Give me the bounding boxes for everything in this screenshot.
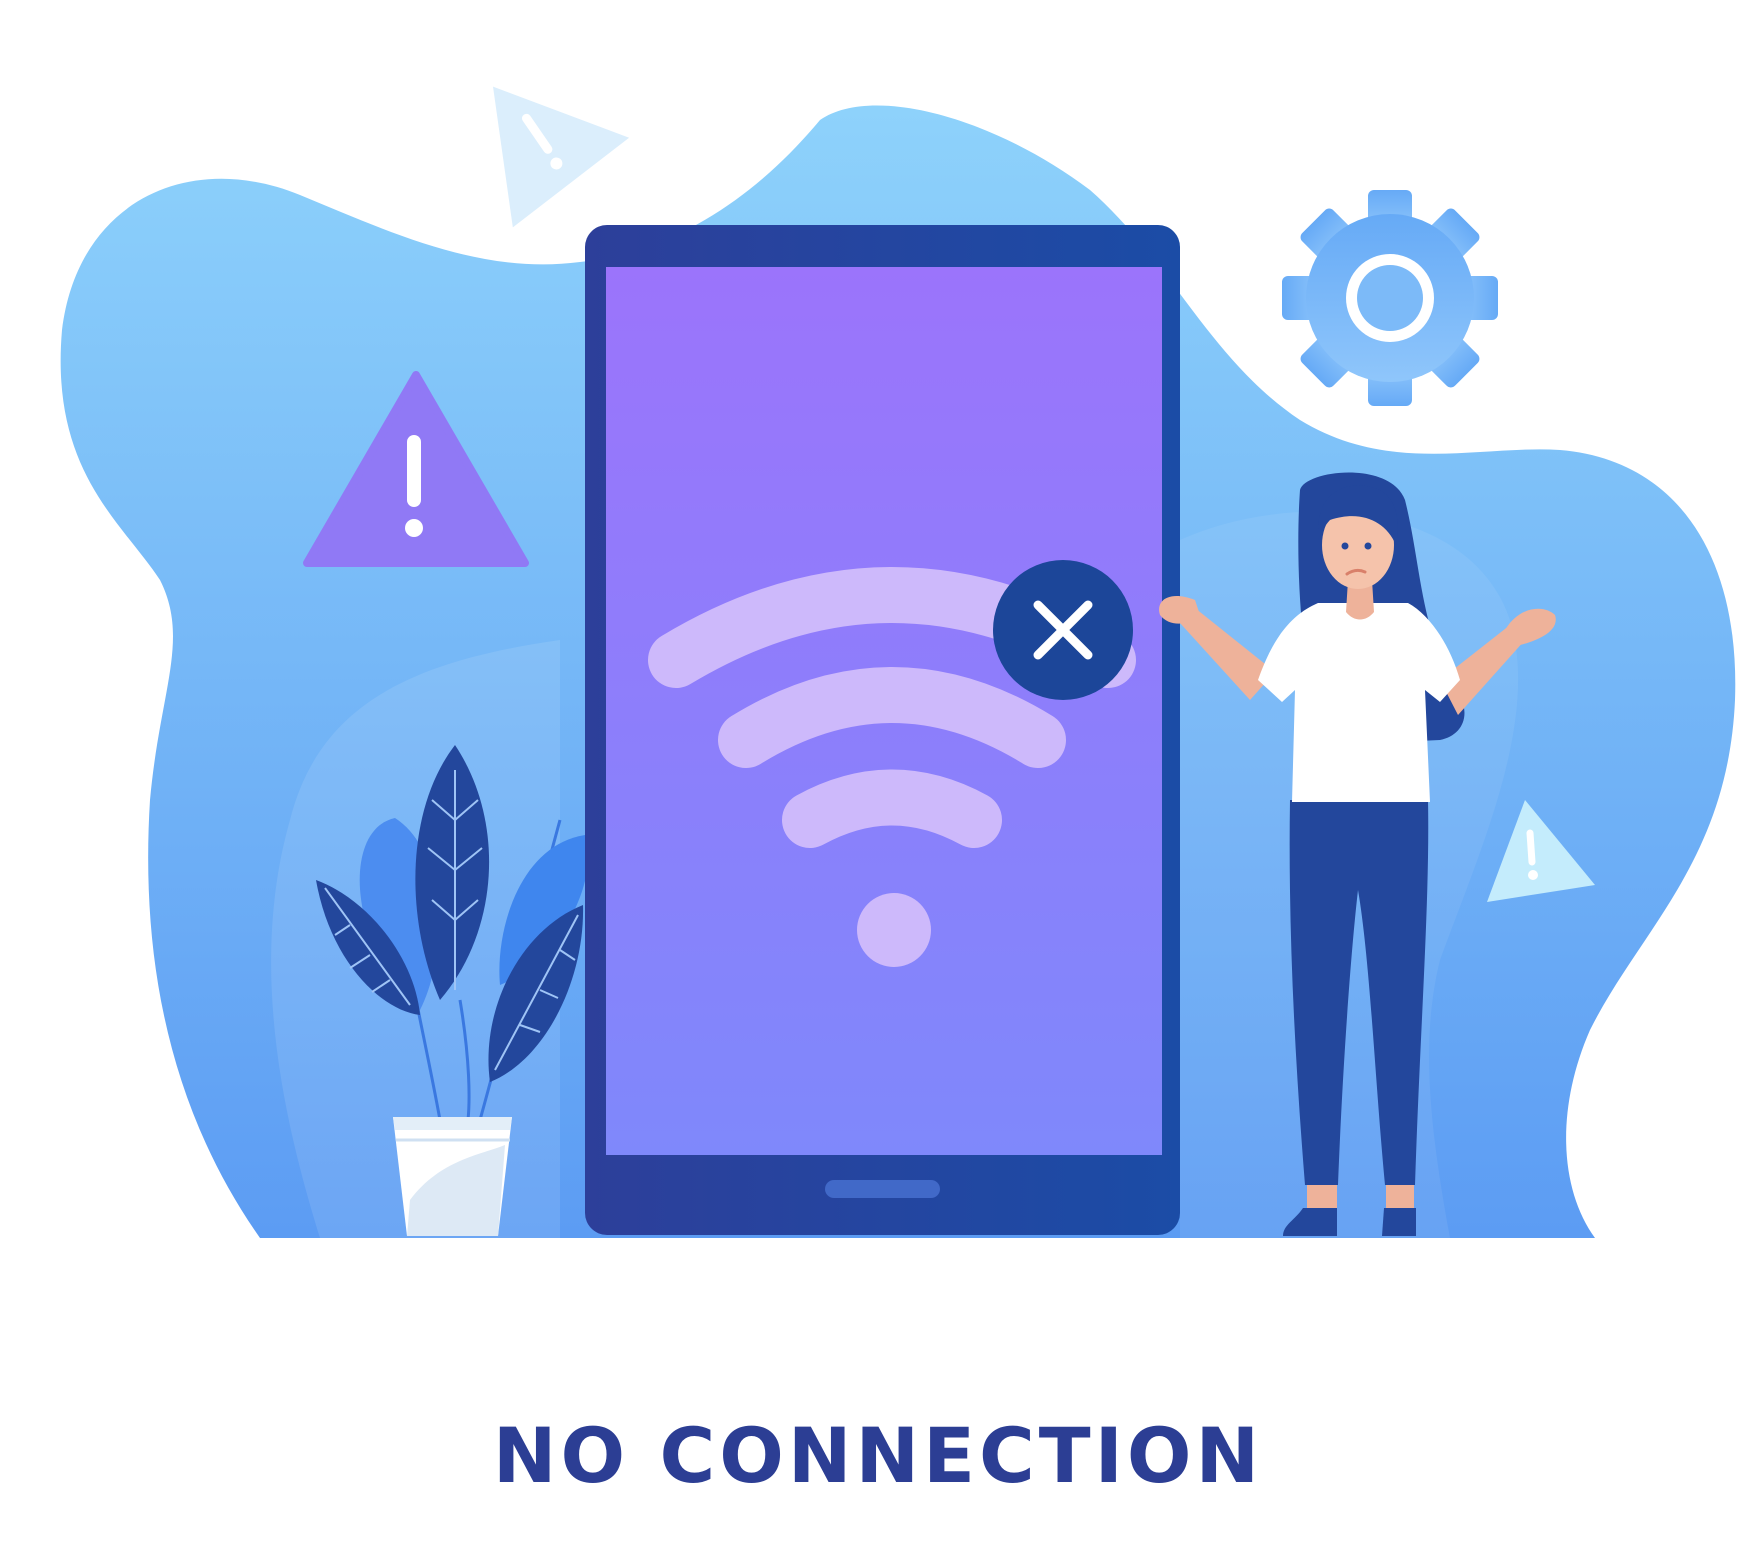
no-connection-illustration [60, 86, 1736, 1239]
home-button [825, 1180, 940, 1198]
wifi-dot [857, 893, 931, 967]
phone-icon [585, 225, 1180, 1235]
page-title: NO CONNECTION [492, 1411, 1264, 1500]
warning-icon [493, 86, 630, 228]
gear-icon [1282, 190, 1498, 406]
error-x-icon [993, 560, 1133, 700]
